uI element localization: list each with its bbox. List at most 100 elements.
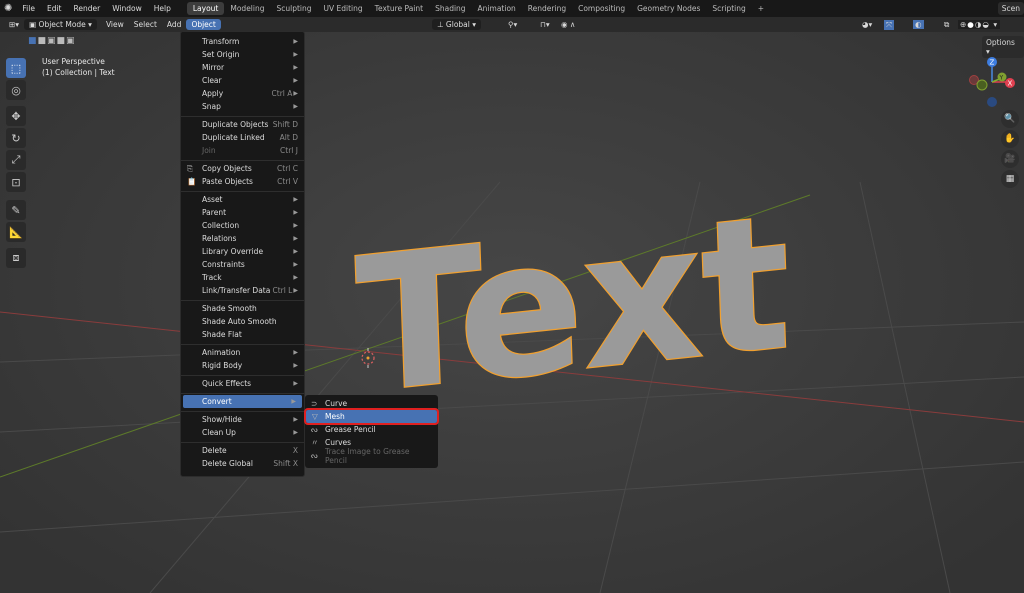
submenu-arrow-icon: ▶ — [293, 77, 298, 84]
tab-compositing[interactable]: Compositing — [572, 2, 631, 15]
tab-texture-paint[interactable]: Texture Paint — [369, 2, 429, 15]
menu-file[interactable]: File — [16, 4, 41, 13]
tab-scripting[interactable]: Scripting — [706, 2, 751, 15]
tab-rendering[interactable]: Rendering — [522, 2, 572, 15]
menu-item-clear[interactable]: Clear ▶ — [181, 74, 304, 87]
tab-shading[interactable]: Shading — [429, 2, 471, 15]
pan-hand-icon[interactable]: ✋ — [1001, 130, 1019, 148]
blender-logo-icon[interactable]: ✺ — [4, 3, 16, 14]
menu-item-animation[interactable]: Animation ▶ — [181, 346, 304, 359]
object-menu: Transform ▶ Set Origin ▶ Mirror ▶ Clear ▶ Apply C… — [180, 31, 305, 477]
menu-item-show-hide[interactable]: Show/Hide ▶ — [181, 413, 304, 426]
menu-item-label: Track — [202, 273, 222, 282]
menu-item-link-transfer-data[interactable]: Link/Transfer Data Ctrl L ▶ — [181, 284, 304, 297]
menu-item-quick-effects[interactable]: Quick Effects ▶ — [181, 377, 304, 390]
shading-modes[interactable]: ⊕●◑◒ ▾ — [958, 20, 1001, 29]
measure-tool[interactable]: 📐 — [6, 222, 26, 242]
scale-tool[interactable]: ⤢ — [6, 150, 26, 170]
menu-item-collection[interactable]: Collection ▶ — [181, 219, 304, 232]
submenu-arrow-icon: ▶ — [293, 261, 298, 268]
menu-item-relations[interactable]: Relations ▶ — [181, 232, 304, 245]
menu-item-label: Mesh — [325, 412, 345, 421]
menu-object[interactable]: Object — [186, 19, 221, 30]
menu-item-label: Clean Up — [202, 428, 236, 437]
menu-help[interactable]: Help — [148, 4, 177, 13]
convert-item-mesh[interactable]: ▽ Mesh — [304, 408, 439, 425]
convert-item-grease-pencil[interactable]: ᔓ Grease Pencil — [305, 423, 438, 436]
tab-geometry-nodes[interactable]: Geometry Nodes — [631, 2, 706, 15]
menu-item-mirror[interactable]: Mirror ▶ — [181, 61, 304, 74]
transform-tool[interactable]: ⊡ — [6, 172, 26, 192]
rotate-tool[interactable]: ↻ — [6, 128, 26, 148]
tab-sculpting[interactable]: Sculpting — [271, 2, 318, 15]
menu-item-set-origin[interactable]: Set Origin ▶ — [181, 48, 304, 61]
menu-view[interactable]: View — [101, 19, 129, 30]
menu-item-label: Apply — [202, 89, 224, 98]
menu-item-library-override[interactable]: Library Override ▶ — [181, 245, 304, 258]
select-box-tool[interactable]: ⬚ — [6, 58, 26, 78]
top-bar: ✺ File Edit Render Window Help Layout Modelin… — [0, 0, 1024, 17]
menu-item-copy-objects[interactable]: ⎘ Copy Objects Ctrl C — [181, 162, 304, 175]
menu-edit[interactable]: Edit — [41, 4, 68, 13]
submenu-arrow-icon: ▶ — [293, 416, 298, 423]
menu-select[interactable]: Select — [129, 19, 162, 30]
menu-item-rigid-body[interactable]: Rigid Body ▶ — [181, 359, 304, 372]
selection-mode-buttons[interactable]: ■■▣■▣ — [28, 36, 76, 46]
menu-item-track[interactable]: Track ▶ — [181, 271, 304, 284]
menu-item-shade-auto-smooth[interactable]: Shade Auto Smooth — [181, 315, 304, 328]
menu-item-duplicate-linked[interactable]: Duplicate Linked Alt D — [181, 131, 304, 144]
menu-item-label: Join — [202, 146, 216, 155]
convert-item-trace-image-to-grease-pencil[interactable]: ᔓ Trace Image to Grease Pencil — [305, 447, 438, 465]
add-workspace-button[interactable]: + — [752, 2, 770, 15]
tab-uv-editing[interactable]: UV Editing — [318, 2, 369, 15]
menu-item-shade-smooth[interactable]: Shade Smooth — [181, 302, 304, 315]
orientation-selector[interactable]: ⊥ Global ▾ — [432, 19, 482, 30]
editor-type-icon[interactable]: ⊞▾ — [4, 19, 24, 30]
menu-item-constraints[interactable]: Constraints ▶ — [181, 258, 304, 271]
menu-item-label: Delete — [202, 446, 227, 455]
menu-item-paste-objects[interactable]: 📋 Paste Objects Ctrl V — [181, 175, 304, 188]
menu-item-delete-global[interactable]: Delete Global Shift X — [181, 457, 304, 470]
menu-render[interactable]: Render — [67, 4, 106, 13]
menu-item-clean-up[interactable]: Clean Up ▶ — [181, 426, 304, 439]
overlay-toggle-icon[interactable]: ◐ — [913, 20, 924, 29]
zoom-icon[interactable]: 🔍 — [1001, 110, 1019, 128]
menu-item-label: Copy Objects — [202, 164, 252, 173]
3d-viewport[interactable]: Text ⬚ ◎ ✥ ↻ ⤢ ⊡ ✎ 📐 ⧈ ■■▣■▣ User Perspe… — [0, 32, 1024, 593]
tab-modeling[interactable]: Modeling — [224, 2, 270, 15]
menu-item-apply[interactable]: Apply Ctrl A ▶ — [181, 87, 304, 100]
menu-item-label: Paste Objects — [202, 177, 253, 186]
menu-item-join[interactable]: Join Ctrl J — [181, 144, 304, 157]
menu-add[interactable]: Add — [162, 19, 187, 30]
menu-item-snap[interactable]: Snap ▶ — [181, 100, 304, 113]
menu-item-parent[interactable]: Parent ▶ — [181, 206, 304, 219]
menu-item-delete[interactable]: Delete X — [181, 444, 304, 457]
navigation-gizmo[interactable]: Z X Y — [962, 54, 1022, 114]
menu-item-transform[interactable]: Transform ▶ — [181, 35, 304, 48]
pivot-icon[interactable]: ⚲▾ — [508, 20, 517, 29]
move-tool[interactable]: ✥ — [6, 106, 26, 126]
tab-layout[interactable]: Layout — [186, 2, 225, 15]
submenu-arrow-icon: ▶ — [293, 209, 298, 216]
scene-selector[interactable]: Scen — [997, 2, 1024, 15]
menu-item-asset[interactable]: Asset ▶ — [181, 193, 304, 206]
visibility-icon[interactable]: ◕▾ — [862, 20, 872, 29]
menu-item-shade-flat[interactable]: Shade Flat — [181, 328, 304, 341]
gizmo-toggle-icon[interactable]: ⤧ — [884, 19, 894, 30]
snap-icon[interactable]: ⊓▾ — [540, 20, 550, 29]
submenu-arrow-icon: ▶ — [293, 51, 298, 58]
cursor-tool[interactable]: ◎ — [6, 80, 26, 100]
menu-item-convert[interactable]: Convert ▶ — [183, 395, 302, 408]
menu-item-label: Relations — [202, 234, 237, 243]
tab-animation[interactable]: Animation — [472, 2, 522, 15]
menu-window[interactable]: Window — [106, 4, 148, 13]
perspective-grid-icon[interactable]: ▦ — [1001, 170, 1019, 188]
xray-icon[interactable]: ⧉ — [944, 20, 949, 30]
annotate-tool[interactable]: ✎ — [6, 200, 26, 220]
add-cube-tool[interactable]: ⧈ — [6, 248, 26, 268]
menu-item-duplicate-objects[interactable]: Duplicate Objects Shift D — [181, 118, 304, 131]
proportional-edit-icon[interactable]: ◉ ∧ — [561, 20, 575, 29]
convert-item-curve[interactable]: ⊃ Curve — [305, 397, 438, 410]
camera-icon[interactable]: 🎥 — [1001, 150, 1019, 168]
mode-selector[interactable]: ▣ Object Mode ▾ — [24, 19, 97, 30]
